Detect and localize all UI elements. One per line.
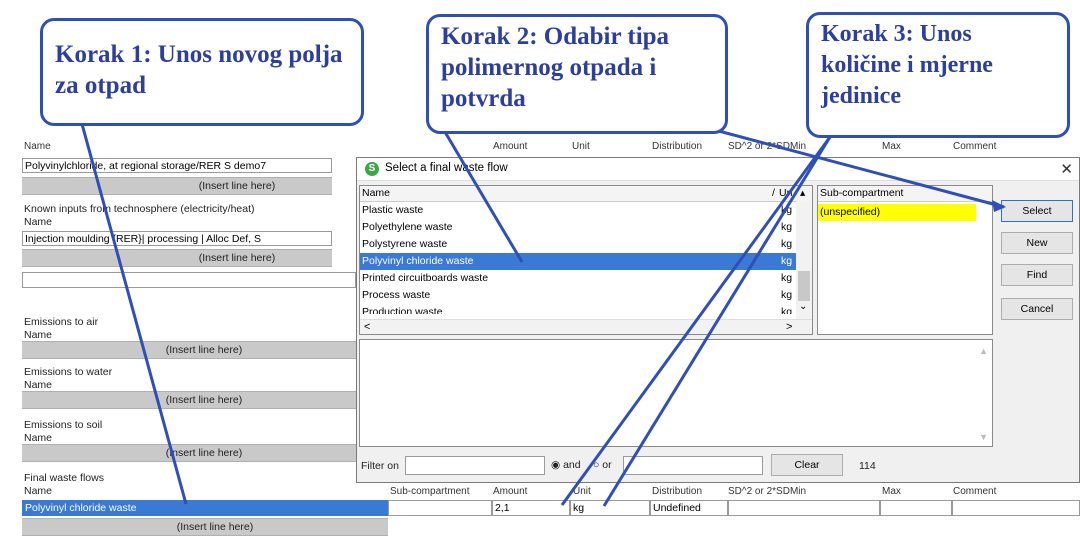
callout-step3: Korak 3: Unos količine i mjerne jedinice (806, 12, 1070, 138)
arrow-step1 (80, 123, 188, 505)
arrow-step2-list (443, 131, 524, 263)
callout-step1: Korak 1: Unos novog polja za otpad (40, 18, 364, 126)
arrowhead-select (992, 200, 1006, 212)
callout-step2: Korak 2: Odabir tipa polimernog otpada i… (426, 14, 728, 134)
arrow-step2-select (699, 124, 1005, 209)
arrow-step3-unit (602, 136, 832, 507)
arrow-step3-amount (560, 136, 832, 506)
